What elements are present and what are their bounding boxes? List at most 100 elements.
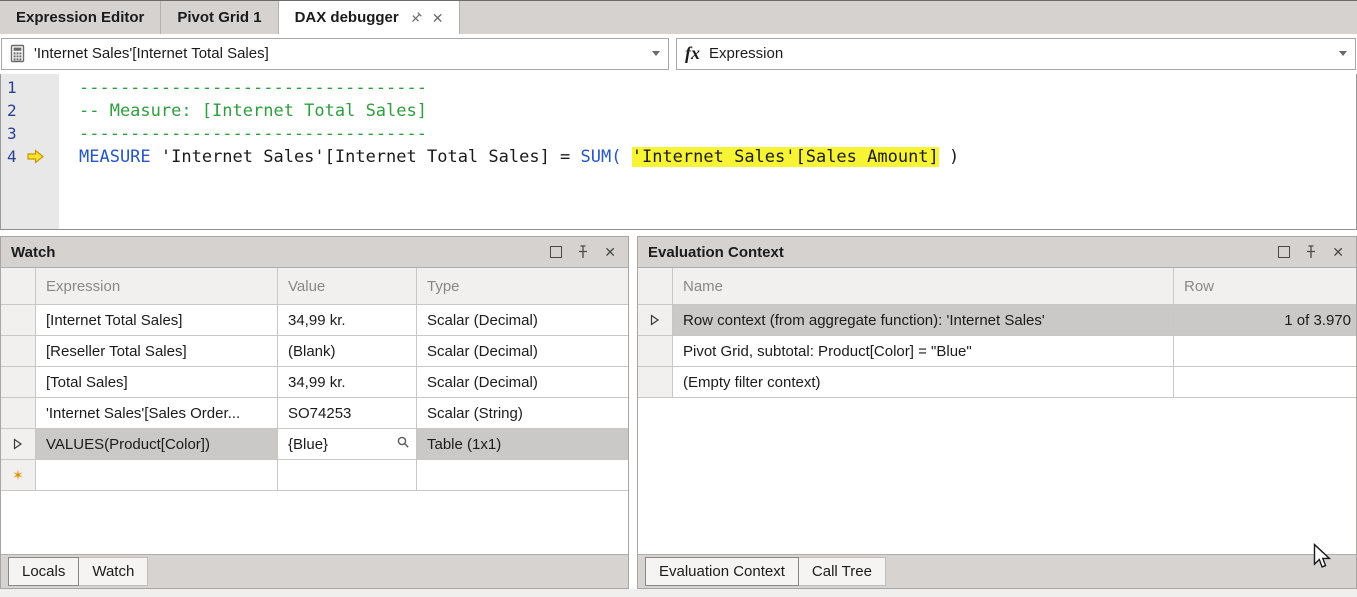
evaluation-panel-header: Evaluation Context ✕ [638, 237, 1356, 268]
magnifier-icon[interactable] [396, 435, 410, 453]
pin-icon[interactable] [577, 245, 589, 259]
table-row[interactable]: [Reseller Total Sales](Blank)Scalar (Dec… [1, 336, 628, 367]
code-line: -- Measure: [Internet Total Sales] [79, 99, 1356, 122]
tab-pivot-grid-1[interactable]: Pivot Grid 1 [161, 1, 278, 34]
line-number: 1 [7, 78, 17, 97]
line-number: 4 [7, 147, 17, 166]
code-segment-comment: ---------------------------------- [79, 124, 427, 144]
tab-label: Pivot Grid 1 [177, 9, 261, 26]
dax-code-editor[interactable]: 1234 -----------------------------------… [0, 74, 1357, 230]
row-marker-cell [1, 367, 36, 398]
code-segment-keyword: MEASURE [79, 147, 151, 167]
code-segment-plain [621, 147, 631, 167]
fx-icon: fx [685, 43, 700, 64]
column-header-expression[interactable]: Expression [36, 268, 278, 305]
expression-cell: 'Internet Sales'[Sales Order... [36, 398, 278, 429]
evaluation-grid: NameRowRow context (from aggregate funct… [638, 268, 1356, 554]
evaluation-panel-title: Evaluation Context [648, 244, 1278, 261]
code-segment-plain: 'Internet Sales'[Internet Total Sales] = [151, 147, 581, 167]
chevron-down-icon[interactable] [1339, 51, 1347, 56]
row-marker-cell [1, 336, 36, 367]
table-row[interactable]: Row context (from aggregate function): '… [638, 305, 1356, 336]
watch-panel: Watch ✕ ExpressionValueType[Internet Tot… [0, 236, 629, 589]
mouse-cursor [1312, 543, 1331, 576]
close-icon[interactable]: ✕ [604, 245, 616, 259]
watch-grid-header: ExpressionValueType [1, 268, 628, 305]
row-marker-cell [1, 305, 36, 336]
evaluation-grid-header: NameRow [638, 268, 1356, 305]
gutter-line: 1 [1, 76, 59, 99]
editor-code-area[interactable]: ---------------------------------- -- Mea… [59, 74, 1356, 229]
table-row[interactable]: [Internet Total Sales] 34,99 kr. Scalar (D… [1, 305, 628, 336]
tab-dax-debugger[interactable]: DAX debugger✕ [279, 1, 461, 34]
current-statement-arrow [27, 149, 44, 164]
value-text: {Blue} [288, 436, 396, 453]
close-icon[interactable]: ✕ [1332, 245, 1344, 259]
code-line: MEASURE 'Internet Sales'[Internet Total … [79, 145, 1356, 168]
row-marker-cell [638, 336, 673, 367]
new-row-star-icon: ✶ [12, 467, 24, 484]
row-header-cell [1, 268, 36, 305]
table-row[interactable]: (Empty filter context) [638, 367, 1356, 398]
watch-footer-tabs: LocalsWatch [1, 554, 628, 588]
measure-combo[interactable]: 'Internet Sales'[Internet Total Sales] [1, 38, 669, 70]
maximize-icon[interactable] [1278, 246, 1290, 258]
footer-tab-watch[interactable]: Watch [78, 557, 148, 586]
code-segment-keyword: SUM( [581, 147, 622, 167]
row-cell [1174, 367, 1356, 398]
row-marker-cell [1, 429, 36, 460]
table-row[interactable]: Pivot Grid, subtotal: Product[Color] = "… [638, 336, 1356, 367]
expression-combo-value: Expression [709, 45, 1333, 62]
calculator-icon [10, 44, 25, 63]
table-row[interactable]: 'Internet Sales'[Sales Order...SO74253Sc… [1, 398, 628, 429]
type-cell: Scalar (Decimal) [417, 367, 628, 398]
code-segment-plain: ) [939, 147, 959, 167]
value-text: 34,99 kr. [288, 312, 410, 329]
watch-panel-title: Watch [11, 244, 550, 261]
footer-tab-locals[interactable]: Locals [8, 557, 79, 586]
column-header-value[interactable]: Value [278, 268, 417, 305]
type-cell: Scalar (Decimal) [417, 305, 628, 336]
expression-cell [36, 460, 278, 491]
editor-gutter: 1234 [1, 74, 59, 229]
line-number: 3 [7, 124, 17, 143]
value-cell [278, 460, 417, 491]
code-segment-comment: -- Measure: [Internet Total Sales] [79, 101, 427, 121]
table-row[interactable]: [Total Sales]34,99 kr.Scalar (Decimal) [1, 367, 628, 398]
type-cell: Scalar (Decimal) [417, 336, 628, 367]
maximize-icon[interactable] [550, 246, 562, 258]
row-header-cell [638, 268, 673, 305]
tool-windows: Watch ✕ ExpressionValueType[Internet Tot… [0, 236, 1357, 589]
measure-combo-value: 'Internet Sales'[Internet Total Sales] [34, 45, 646, 62]
footer-tab-call-tree[interactable]: Call Tree [798, 557, 886, 586]
value-cell: 34,99 kr. [278, 367, 417, 398]
chevron-down-icon[interactable] [652, 51, 660, 56]
value-cell: (Blank) [278, 336, 417, 367]
value-cell: 34,99 kr. [278, 305, 417, 336]
type-cell [417, 460, 628, 491]
code-line: ---------------------------------- [79, 122, 1356, 145]
gutter-line: 4 [1, 145, 59, 168]
pin-icon[interactable] [409, 11, 423, 25]
expression-combo[interactable]: fx Expression [676, 38, 1356, 70]
column-header-row[interactable]: Row [1174, 268, 1356, 305]
table-row[interactable]: VALUES(Product[Color]){Blue}Table (1x1) [1, 429, 628, 460]
expression-cell: [Reseller Total Sales] [36, 336, 278, 367]
value-cell: {Blue} [278, 429, 417, 460]
toolbar: 'Internet Sales'[Internet Total Sales] f… [0, 34, 1357, 74]
footer-tab-evaluation-context[interactable]: Evaluation Context [645, 557, 799, 586]
window-bottom-strip [0, 589, 1357, 597]
column-header-type[interactable]: Type [417, 268, 628, 305]
pin-icon[interactable] [1305, 245, 1317, 259]
tab-expression-editor[interactable]: Expression Editor [0, 1, 161, 34]
table-row[interactable]: ✶ [1, 460, 628, 491]
expression-cell: [Internet Total Sales] [36, 305, 278, 336]
document-tabbar: Expression Editor Pivot Grid 1 DAX debugge… [0, 0, 1357, 34]
value-cell: SO74253 [278, 398, 417, 429]
column-header-name[interactable]: Name [673, 268, 1174, 305]
name-cell: Row context (from aggregate function): '… [673, 305, 1174, 336]
code-segment-comment: ---------------------------------- [79, 78, 427, 98]
row-cell: 1 of 3.970 [1174, 305, 1356, 336]
close-icon[interactable]: ✕ [432, 11, 444, 25]
evaluation-footer-tabs: Evaluation ContextCall Tree [638, 554, 1356, 588]
